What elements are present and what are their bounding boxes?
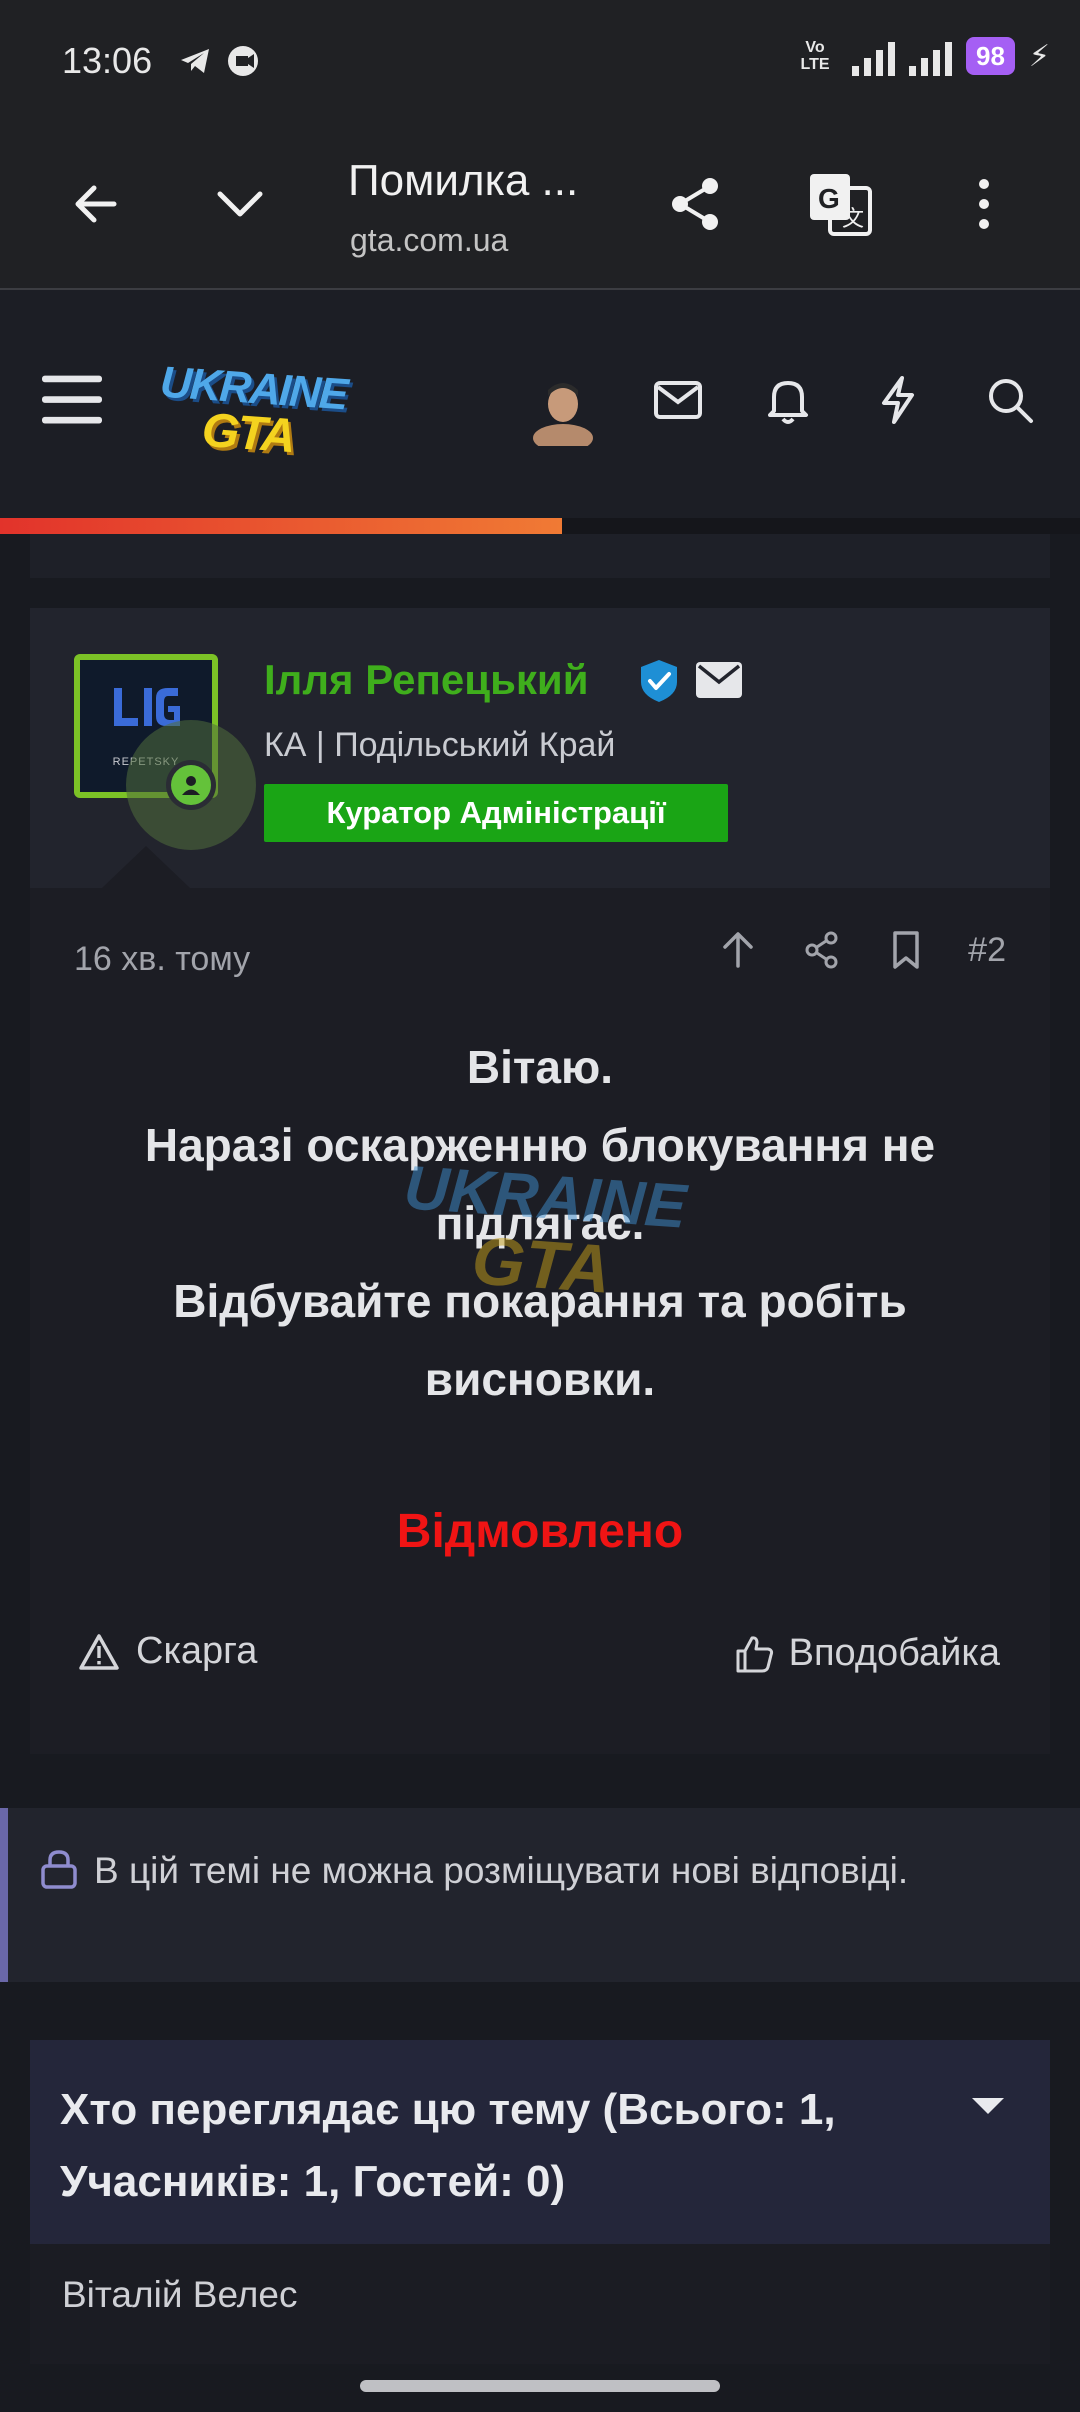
- back-arrow-icon[interactable]: [56, 164, 136, 244]
- report-label: Скарга: [136, 1630, 258, 1672]
- site-header: UKRAINE GTA: [0, 290, 1080, 518]
- thread-locked-notice: В цій темі не можна розміщувати нові від…: [0, 1808, 1080, 1982]
- read-progress-bar: [0, 518, 562, 534]
- status-bar: 13:06 Vo LTE 98 ⚡: [0, 0, 1080, 118]
- author-subtitle: КА | Подільський Край: [264, 726, 616, 764]
- site-logo[interactable]: UKRAINE GTA: [152, 358, 348, 464]
- svg-text:文: 文: [842, 206, 864, 231]
- previous-post-edge: [30, 534, 1050, 578]
- viewing-user-list: Віталій Велес: [30, 2244, 1050, 2364]
- viewer-link[interactable]: Віталій Велес: [62, 2274, 297, 2316]
- telegram-icon: [178, 44, 212, 78]
- report-button[interactable]: Скарга: [78, 1630, 257, 1673]
- bell-icon[interactable]: [758, 370, 818, 430]
- lightning-icon[interactable]: [868, 370, 928, 430]
- translate-icon[interactable]: G文: [800, 164, 880, 244]
- chevron-down-icon[interactable]: [200, 164, 280, 244]
- post-line-1: Вітаю.: [466, 1041, 614, 1093]
- viewing-title: Хто переглядає цю тему (Всього: 1, Учасн…: [60, 2085, 836, 2206]
- post-pointer: [102, 846, 190, 888]
- message-author-icon[interactable]: [696, 662, 742, 698]
- verdict-text: Відмовлено: [396, 1505, 684, 1558]
- post-card: REPETSKY Ілля Репецький КА | Подільський…: [30, 608, 1050, 1754]
- thumbs-up-icon: [736, 1635, 773, 1672]
- arrow-up-icon[interactable]: [716, 928, 760, 972]
- page-title[interactable]: Помилка ...: [348, 156, 578, 206]
- signal-icon-2: [909, 36, 952, 76]
- mail-icon[interactable]: [648, 370, 708, 430]
- warning-icon: [79, 1633, 119, 1670]
- status-time: 13:06: [62, 40, 153, 81]
- radio-icon: [226, 44, 260, 78]
- search-icon[interactable]: [980, 370, 1040, 430]
- signal-icon: [852, 36, 895, 76]
- author-role-badge: Куратор Адміністрації: [264, 784, 728, 842]
- page-url[interactable]: gta.com.ua: [350, 222, 508, 259]
- bookmark-icon[interactable]: [884, 928, 928, 972]
- charging-icon: ⚡: [1028, 39, 1050, 73]
- locked-notice-text: В цій темі не можна розміщувати нові від…: [94, 1850, 909, 1891]
- battery-icon: 98: [966, 37, 1015, 75]
- post-time[interactable]: 16 хв. тому: [74, 940, 250, 979]
- like-label: Вподобайка: [788, 1632, 1000, 1674]
- post-actions: #2: [716, 928, 1006, 972]
- share-post-icon[interactable]: [800, 928, 844, 972]
- menu-icon[interactable]: [42, 370, 102, 430]
- user-avatar[interactable]: [530, 376, 596, 452]
- online-user-icon: [166, 760, 216, 810]
- verified-icon: [636, 658, 682, 704]
- gesture-nav-bar[interactable]: [360, 2380, 720, 2392]
- svg-text:G: G: [818, 183, 840, 214]
- more-vert-icon[interactable]: [944, 164, 1024, 244]
- post-line-2: Наразі оскарженню блокування не підлягає…: [144, 1119, 936, 1249]
- post-content: Вітаю. Наразі оскарженню блокування не п…: [30, 1028, 1050, 1418]
- like-button[interactable]: Вподобайка: [735, 1632, 1000, 1675]
- lock-icon: [40, 1849, 78, 1889]
- share-icon[interactable]: [656, 164, 736, 244]
- post-number[interactable]: #2: [968, 931, 1006, 970]
- volte-icon: Vo LTE: [800, 39, 830, 73]
- caret-down-icon[interactable]: [972, 2098, 1004, 2114]
- author-name[interactable]: Ілля Репецький: [264, 656, 589, 704]
- post-line-3: Відбувайте покарання та робіть висновки.: [173, 1275, 907, 1405]
- browser-toolbar: Помилка ... gta.com.ua G文: [0, 118, 1080, 290]
- viewing-block-header[interactable]: Хто переглядає цю тему (Всього: 1, Учасн…: [30, 2040, 1050, 2244]
